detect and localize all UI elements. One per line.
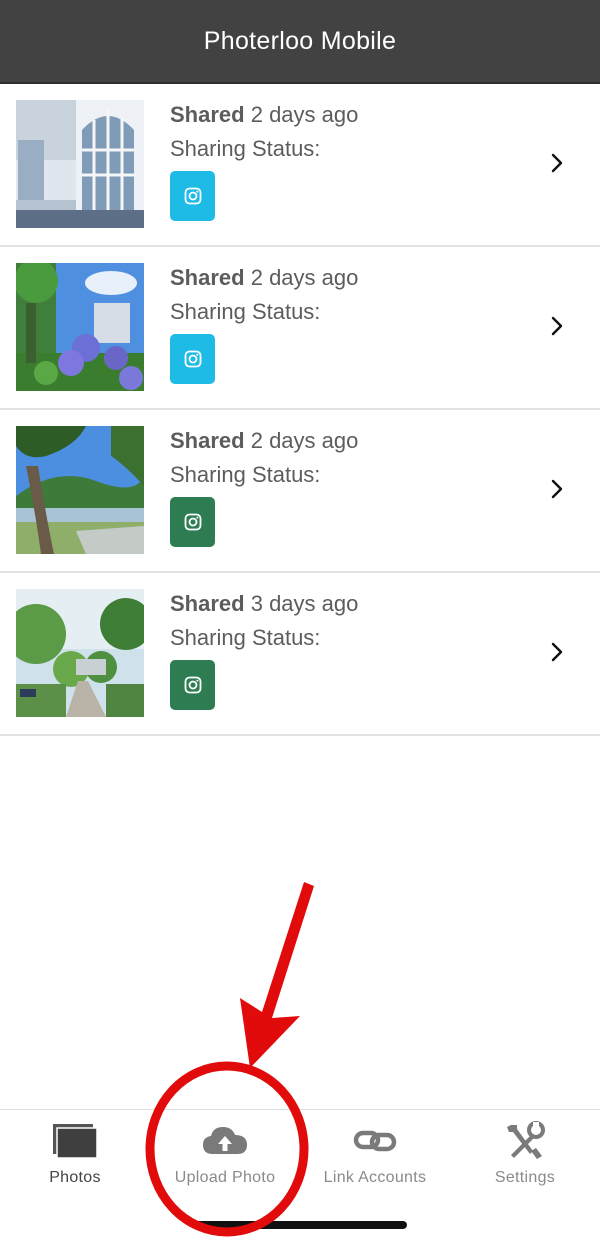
photo-thumbnail [16,100,144,228]
shared-label: Shared [170,591,245,616]
instagram-icon [184,350,201,368]
link-icon [353,1120,397,1162]
tools-icon [503,1120,547,1162]
tab-photos[interactable]: Photos [0,1110,150,1200]
photo-info: Shared 3 days ago Sharing Status: [170,589,358,710]
tab-label: Upload Photo [174,1169,276,1186]
shared-time-text: 2 days ago [250,102,359,127]
sharing-status-label: Sharing Status: [170,625,321,650]
photo-row[interactable]: Shared 2 days ago Sharing Status: [0,410,600,573]
instagram-status-badge [170,171,215,221]
photo-info: Shared 2 days ago Sharing Status: [170,263,358,384]
shared-label: Shared [170,428,245,453]
photo-info: Shared 2 days ago Sharing Status: [170,426,358,547]
instagram-status-badge [170,660,215,710]
shared-label: Shared [170,265,245,290]
page-title: Photerloo Mobile [203,26,397,55]
instagram-icon [184,513,201,531]
app-header: Photerloo Mobile [0,0,600,84]
shared-time-text: 2 days ago [250,265,359,290]
instagram-status-badge [170,334,215,384]
tab-link-accounts[interactable]: Link Accounts [300,1110,450,1200]
chevron-right-icon [551,153,563,173]
shared-time: Shared 2 days ago [170,426,358,456]
sharing-status-label: Sharing Status: [170,136,321,161]
home-indicator [193,1221,407,1229]
shared-time: Shared 3 days ago [170,589,358,619]
photo-thumbnail [16,589,144,717]
photos-icon [51,1120,99,1162]
photo-info: Shared 2 days ago Sharing Status: [170,100,358,221]
chevron-right-icon [551,479,563,499]
shared-time: Shared 2 days ago [170,263,358,293]
tab-label: Link Accounts [323,1169,427,1186]
photo-thumbnail [16,426,144,554]
instagram-icon [184,187,201,205]
shared-label: Shared [170,102,245,127]
chevron-right-icon [551,642,563,662]
photo-row[interactable]: Shared 2 days ago Sharing Status: [0,247,600,410]
sharing-status-label: Sharing Status: [170,299,321,324]
shared-time: Shared 2 days ago [170,100,358,130]
instagram-status-badge [170,497,215,547]
tab-label: Photos [49,1169,101,1186]
tab-upload-photo[interactable]: Upload Photo [150,1110,300,1200]
shared-time-text: 3 days ago [250,591,359,616]
cloud-upload-icon [201,1120,249,1162]
photo-list: Shared 2 days ago Sharing Status: Shared… [0,84,600,736]
shared-time-text: 2 days ago [250,428,359,453]
sharing-status-label: Sharing Status: [170,462,321,487]
annotation-arrow [240,882,314,1068]
photo-thumbnail [16,263,144,391]
tab-label: Settings [494,1169,556,1186]
instagram-icon [184,676,201,694]
chevron-right-icon [551,316,563,336]
photo-row[interactable]: Shared 2 days ago Sharing Status: [0,84,600,247]
photo-row[interactable]: Shared 3 days ago Sharing Status: [0,573,600,736]
tab-settings[interactable]: Settings [450,1110,600,1200]
